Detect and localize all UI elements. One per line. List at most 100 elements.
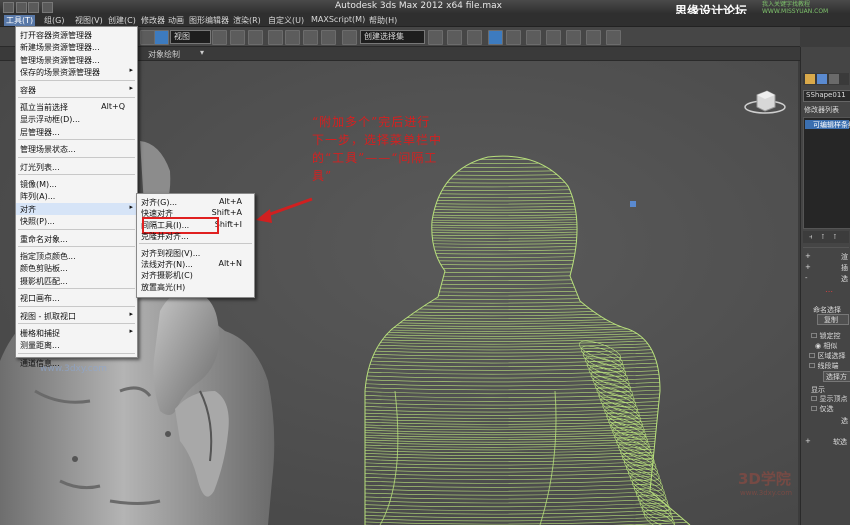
tools_menu-item[interactable]: 管理场景状态... [16,143,137,155]
copy-button[interactable]: 复制 [817,314,849,325]
align_menu-item[interactable]: 对齐摄影机(C) [137,269,254,281]
mirror-icon[interactable] [428,30,443,45]
tools_menu-item[interactable]: 测量距离... [16,339,137,351]
render-setup-icon[interactable] [546,30,561,45]
align_menu-item[interactable]: 对齐到视图(V)... [137,247,254,259]
align_menu-item[interactable]: 放置高光(H) [137,281,254,293]
menu-item-label: 法线对齐(N)... [141,260,193,269]
ribbon-dropdown-icon[interactable]: ▾ [200,48,204,57]
only-sel-checkbox[interactable]: ☐ 仅选 [811,404,834,414]
tools_menu-item[interactable]: 保存的场景资源管理器 ▸ [16,66,137,78]
tools_menu-item[interactable]: 容器 ▸ [16,84,137,96]
tools_menu-item[interactable]: 对齐 ▸ [16,202,137,215]
site-branding: 我入关键字找教程 WWW.MISSYUAN.COM [762,1,828,15]
stack-item[interactable]: 可编辑样条线 [805,120,850,129]
tools_menu-item[interactable]: 颜色剪贴板... [16,262,137,274]
render-icon[interactable] [586,30,601,45]
menu-5[interactable]: 动画 [168,15,184,26]
menu-item-label: 重命名对象... [20,234,68,244]
menu-separator [18,246,135,247]
tools_menu-item[interactable]: 打开容器资源管理器 [16,29,137,41]
edit-named-sel-icon[interactable] [342,30,357,45]
align_menu-item[interactable]: 间隔工具(I)... Shift+I [137,216,254,234]
align_menu-item[interactable]: 克隆并对齐... [137,230,254,242]
hierarchy-tab-icon[interactable] [829,74,839,84]
modify-tab-icon[interactable] [817,74,827,84]
redo-icon[interactable] [28,2,39,13]
tools_menu-item[interactable]: 新建场景资源管理器... [16,41,137,53]
submenu-arrow-icon: ▸ [129,83,133,92]
show-vertex-checkbox[interactable]: ☐ 显示顶点 [811,394,848,404]
menu-separator [18,139,135,141]
app-icon[interactable] [3,2,14,13]
tools_menu-item[interactable]: 镜像(M)... [16,178,137,190]
percent-snap-icon[interactable] [303,30,318,45]
tools_menu-item[interactable]: 显示浮动框(D)... [16,113,137,125]
modifier-stack[interactable]: 可编辑样条线 [803,117,850,229]
tools_menu-item[interactable]: 视图 - 抓取视口 ▸ [16,310,137,322]
menu-item-label: 层管理器... [20,127,60,137]
menu-8[interactable]: 自定义(U) [268,15,304,26]
window-title: Autodesk 3ds Max 2012 x64 file.max [335,1,502,11]
menu-3[interactable]: 创建(C) [108,15,136,26]
scale-icon[interactable] [154,30,169,45]
rollout-interp[interactable]: + 插 [803,263,849,273]
menu-2[interactable]: 视图(V) [75,15,103,26]
object-name-field[interactable]: SShape011 [803,90,850,102]
named-selection-set[interactable]: 创建选择集 [360,30,425,44]
tools_menu-item[interactable]: 快照(P)... [16,215,137,227]
area-sel-checkbox[interactable]: ☐ 区域选择 [809,351,846,361]
menu-4[interactable]: 修改器 [141,15,165,26]
angle-snap-icon[interactable] [285,30,300,45]
tools_menu-item[interactable]: 指定顶点颜色... [16,250,137,262]
menu-item-label: 栅格和捕捉 [20,329,60,338]
menu-9[interactable]: MAXScript(M) [311,15,365,24]
rollout-render[interactable]: + 渲 [803,252,849,262]
select-by-button[interactable]: 选择方 [823,371,850,382]
segment-end-checkbox[interactable]: ☐ 线段端 [809,361,839,371]
align_menu-item[interactable]: 法线对齐(N)... Alt+N [137,258,254,270]
stack-controls: ⫞ ⊺ ⊺ [803,231,849,243]
create-tab-icon[interactable] [805,74,815,84]
spinner-snap-icon[interactable] [321,30,336,45]
move-icon[interactable] [230,30,245,45]
menu-6[interactable]: 图形编辑器 [189,15,229,26]
tools_menu-item[interactable]: 管理场景资源管理器... [16,54,137,66]
render-frame-icon[interactable] [566,30,581,45]
tools_menu-item[interactable]: 通道信息... [16,357,137,369]
menu-shortcut: Alt+N [218,259,242,268]
manipulate-icon[interactable] [248,30,263,45]
menu-7[interactable]: 渲染(R) [233,15,261,26]
snap-icon[interactable] [268,30,283,45]
tools_menu-item[interactable]: 视口画布... [16,292,137,304]
rollout-soft[interactable]: + 软选 [803,437,849,447]
material-editor-icon[interactable] [526,30,541,45]
curve-editor-icon[interactable] [488,30,503,45]
subobj-icons[interactable]: ⋯ [825,287,849,299]
rotate-icon[interactable] [140,30,155,45]
undo-icon[interactable] [16,2,27,13]
tools_menu-item[interactable]: 层管理器... [16,126,137,138]
quick-access-icon[interactable] [42,2,53,13]
align-icon[interactable] [447,30,462,45]
tools_menu-item[interactable]: 孤立当前选择 Alt+Q [16,101,137,113]
menu-10[interactable]: 帮助(H) [369,15,397,26]
align_menu-item[interactable]: 对齐(G)... Alt+A [137,196,254,208]
tools_menu-item[interactable]: 摄影机匹配... [16,275,137,287]
tools_menu-item[interactable]: 阵列(A)... [16,190,137,202]
lock-checkbox[interactable]: ☐ 锁定控 [811,331,841,341]
teapot-icon[interactable] [606,30,621,45]
tools_menu-item[interactable]: 灯光列表... [16,161,137,173]
pivot-icon[interactable] [212,30,227,45]
view-select[interactable]: 视图 [170,30,211,44]
rollout-select[interactable]: -选 [803,274,849,284]
menu-0[interactable]: 工具(T) [4,15,36,26]
schematic-icon[interactable] [506,30,521,45]
tools_menu-item[interactable]: 重命名对象... [16,233,137,245]
menu-item-label: 对齐 [20,204,36,214]
layer-icon[interactable] [467,30,482,45]
modifier-list[interactable]: 修改器列表 [804,105,839,115]
tools_menu-item[interactable]: 栅格和捕捉 ▸ [16,327,137,339]
menu-1[interactable]: 组(G) [44,15,64,26]
similar-radio[interactable]: ◉ 相似 [815,341,837,351]
